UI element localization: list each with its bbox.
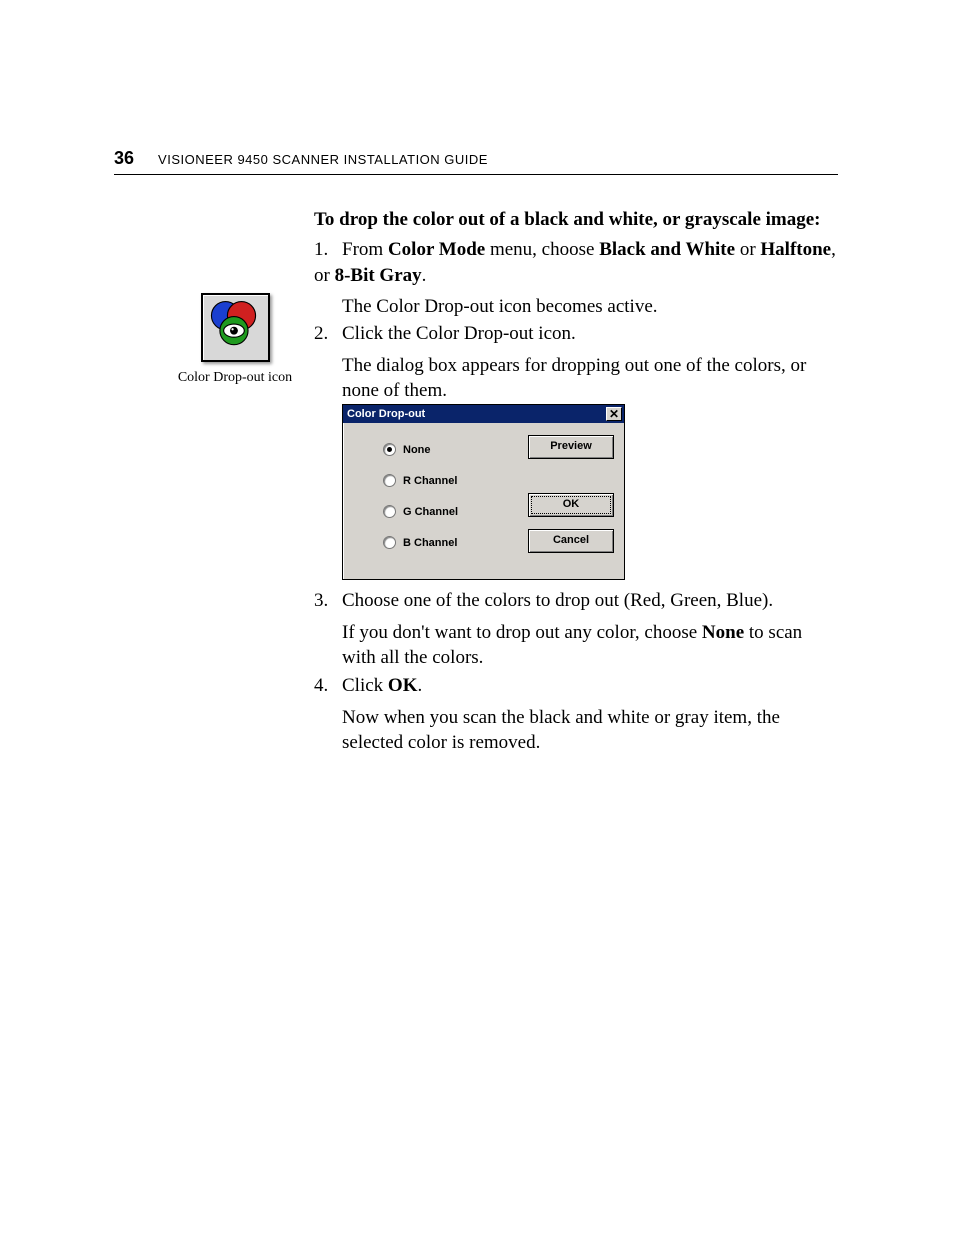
color-dropout-dialog: Color Drop-out ✕ None R Channel G Chann [342, 404, 625, 580]
radio-label: R Channel [403, 475, 457, 487]
radio-icon [383, 505, 396, 518]
header-rule [114, 174, 838, 175]
step-2-number: 2. [314, 321, 342, 347]
step-1-bold-color-mode: Color Mode [388, 239, 485, 260]
ok-button[interactable]: OK [528, 493, 614, 517]
cancel-button[interactable]: Cancel [528, 529, 614, 553]
radio-none[interactable]: None [383, 443, 528, 456]
step-2: 2.Click the Color Drop-out icon. The dia… [314, 321, 838, 404]
step-1-text: . [422, 265, 427, 286]
step-3-bold-none: None [702, 622, 744, 643]
step-4-para: Now when you scan the black and white or… [342, 705, 838, 756]
step-3: 3.Choose one of the colors to drop out (… [314, 588, 838, 671]
radio-icon [383, 474, 396, 487]
close-icon[interactable]: ✕ [606, 407, 622, 421]
step-2-para: The dialog box appears for dropping out … [342, 353, 838, 404]
step-1-number: 1. [314, 237, 342, 263]
step-3-number: 3. [314, 588, 342, 614]
aside-caption: Color Drop-out icon [175, 370, 295, 386]
radio-r-channel[interactable]: R Channel [383, 474, 528, 487]
step-4-bold-ok: OK [388, 675, 418, 696]
radio-b-channel[interactable]: B Channel [383, 536, 528, 549]
dialog-title: Color Drop-out [347, 408, 425, 420]
step-3-text: Choose one of the colors to drop out (Re… [342, 590, 773, 611]
step-1: 1.From Color Mode menu, choose Black and… [314, 237, 838, 320]
page-header: 36 VISIONEER 9450 SCANNER INSTALLATION G… [114, 148, 834, 169]
radio-icon [383, 536, 396, 549]
step-1-bold-halftone: Halftone [760, 239, 831, 260]
step-4-number: 4. [314, 673, 342, 699]
dialog-titlebar: Color Drop-out ✕ [343, 405, 624, 423]
radio-g-channel[interactable]: G Channel [383, 505, 528, 518]
step-1-para: The Color Drop-out icon becomes active. [342, 294, 838, 320]
step-2-text: Click the Color Drop-out icon. [342, 323, 576, 344]
color-drop-out-icon [201, 293, 270, 362]
step-4-text: Click [342, 675, 388, 696]
step-3-para-text: If you don't want to drop out any color,… [342, 622, 702, 643]
step-1-text: From [342, 239, 388, 260]
step-1-bold-bw: Black and White [599, 239, 735, 260]
step-1-text: menu, choose [485, 239, 599, 260]
step-1-bold-8bit: 8-Bit Gray [335, 265, 422, 286]
radio-icon [383, 443, 396, 456]
step-4: 4.Click OK. Now when you scan the black … [314, 673, 838, 756]
header-title: VISIONEER 9450 SCANNER INSTALLATION GUID… [158, 152, 488, 167]
page-number: 36 [114, 148, 134, 169]
step-4-text: . [417, 675, 422, 696]
preview-button[interactable]: Preview [528, 435, 614, 459]
radio-group: None R Channel G Channel B Channel [353, 435, 528, 565]
step-1-text: or [735, 239, 760, 260]
radio-label: B Channel [403, 537, 457, 549]
aside-icon-block: Color Drop-out icon [175, 293, 295, 386]
section-heading: To drop the color out of a black and whi… [314, 209, 838, 231]
step-3-para: If you don't want to drop out any color,… [342, 620, 838, 671]
radio-label: G Channel [403, 506, 458, 518]
radio-label: None [403, 444, 431, 456]
